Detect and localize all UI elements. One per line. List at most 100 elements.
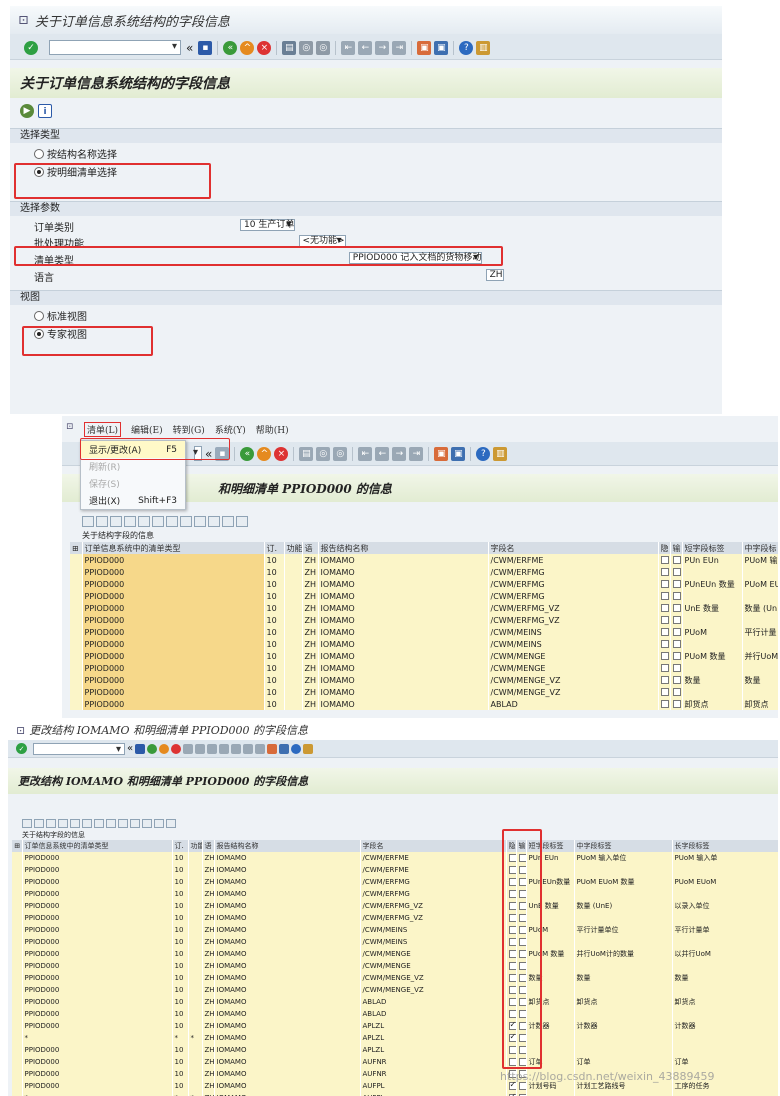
table-row[interactable]: PPIOD000 10 ZH IOMAMO/CWM/MEINS	[12, 936, 778, 948]
checkbox[interactable]	[672, 580, 681, 588]
checkbox[interactable]	[672, 700, 681, 708]
table-cell[interactable]: 以并行UoM	[672, 948, 778, 960]
find-next-icon[interactable]	[138, 515, 150, 527]
print-icon[interactable]: ▤	[282, 40, 297, 55]
radio-button[interactable]	[34, 310, 44, 321]
table-cell[interactable]: PUoM EUoM	[672, 876, 778, 888]
table-cell[interactable]	[672, 1032, 778, 1044]
exit-icon[interactable]	[159, 743, 170, 754]
checkbox[interactable]	[660, 592, 669, 600]
row-selector[interactable]	[12, 876, 23, 888]
menu-item-exit[interactable]: 退出(X) Shift+F3	[81, 492, 185, 509]
table-cell[interactable]: 卸货点	[574, 996, 673, 1008]
exit-icon[interactable]: ^	[257, 446, 272, 461]
table-cell[interactable]: 卸货点	[672, 996, 778, 1008]
layout-icon[interactable]: ▥	[493, 446, 508, 461]
checkbox[interactable]	[672, 592, 681, 600]
table-cell[interactable]	[672, 1008, 778, 1020]
table-row[interactable]: ***ZHIOMAMOAUFPL	[12, 1092, 778, 1096]
sort-asc-icon[interactable]	[82, 818, 92, 828]
table-cell[interactable]	[526, 1092, 575, 1096]
print-icon[interactable]	[183, 743, 194, 754]
table-row[interactable]: PPIOD000 10 ZH IOMAMO/CWM/ERFMG_VZ UnE 数量 数量 …	[12, 900, 778, 912]
find-next-icon[interactable]: ◎	[333, 446, 348, 461]
row-selector[interactable]	[12, 900, 23, 912]
table-row[interactable]: PPIOD000 10 ZH IOMAMO/CWM/MENGE	[12, 960, 778, 972]
cancel-icon[interactable]: ×	[257, 40, 272, 55]
table-row[interactable]: PPIOD000 10 ZH IOMAMO/CWM/MENGE_VZ 数量 数量 数量	[12, 972, 778, 984]
table-row[interactable]: * * * ZH IOMAMO APLZL	[12, 1032, 778, 1044]
table-cell[interactable]	[574, 864, 673, 876]
checkbox[interactable]	[660, 664, 669, 672]
table-row[interactable]: PPIOD000 10 ZH IOMAMO/CWM/ERFMG PUnEUn 数量 PUo…	[70, 578, 778, 590]
help-icon[interactable]: ?	[476, 446, 491, 461]
layout-icon[interactable]	[194, 515, 206, 527]
table-cell[interactable]: 并行UoM计的数量	[574, 948, 673, 960]
column-header[interactable]: 订单信息系统中的清单类型	[22, 840, 173, 852]
find-icon[interactable]: ◎	[299, 40, 314, 55]
find-next-icon[interactable]: ◎	[316, 40, 331, 55]
column-header[interactable]: 字段名	[360, 840, 507, 852]
row-selector[interactable]	[12, 1032, 23, 1044]
table-cell[interactable]	[672, 960, 778, 972]
last-page-icon[interactable]	[255, 743, 266, 754]
print-icon[interactable]: ▤	[299, 446, 314, 461]
select-all-icon[interactable]: ⊞	[70, 542, 83, 554]
table-cell[interactable]: 计数器	[672, 1020, 778, 1032]
refresh-icon[interactable]	[236, 515, 248, 527]
menu-item-save[interactable]: 保存(S)	[81, 475, 185, 492]
layout-icon[interactable]: ▥	[476, 40, 491, 55]
table-cell[interactable]: 数量	[672, 972, 778, 984]
save-icon[interactable]: ▪	[198, 40, 213, 55]
table-row[interactable]: PPIOD000 10 ZH IOMAMO ABLAD 卸货点 卸货点 卸货点	[12, 996, 778, 1008]
row-selector[interactable]	[70, 614, 83, 626]
row-selector[interactable]	[70, 638, 83, 650]
row-selector[interactable]	[70, 578, 83, 590]
row-selector[interactable]	[12, 1056, 23, 1068]
table-row[interactable]: PPIOD000 10 ZH IOMAMO/CWM/MEINS	[70, 638, 778, 650]
column-header[interactable]: 功能	[188, 840, 203, 852]
table-cell[interactable]	[574, 1044, 673, 1056]
column-header[interactable]: 功能	[284, 542, 303, 554]
collapse-arrow-icon[interactable]: «	[186, 41, 193, 55]
filter-icon[interactable]	[118, 818, 128, 828]
menu-edit[interactable]: 编辑(E)	[131, 423, 163, 436]
row-selector[interactable]	[70, 674, 83, 686]
checkbox[interactable]	[672, 652, 681, 660]
row-selector[interactable]	[12, 972, 23, 984]
row-selector[interactable]	[70, 566, 83, 578]
save-layout-icon[interactable]	[222, 515, 234, 527]
copy-icon[interactable]	[46, 818, 56, 828]
menu-goto[interactable]: 转到(G)	[173, 423, 205, 436]
new-session-icon[interactable]	[267, 743, 278, 754]
row-selector[interactable]	[12, 888, 23, 900]
table-cell[interactable]: 平行计量单	[672, 924, 778, 936]
checkbox[interactable]	[672, 556, 681, 564]
help-icon[interactable]	[291, 743, 302, 754]
cancel-icon[interactable]: ×	[274, 446, 289, 461]
select-all-icon[interactable]: ⊞	[12, 840, 23, 852]
language-field[interactable]: ZH	[485, 269, 504, 281]
print-preview-icon[interactable]	[166, 515, 178, 527]
choose-layout-icon[interactable]	[208, 515, 220, 527]
print-preview-icon[interactable]	[130, 818, 140, 828]
cut-icon[interactable]	[34, 818, 44, 828]
menu-list[interactable]: 清单(L)	[84, 421, 121, 437]
table-cell[interactable]	[574, 1008, 673, 1020]
table-cell[interactable]: 以录入单位	[672, 900, 778, 912]
table-cell[interactable]	[672, 864, 778, 876]
table-row[interactable]: PPIOD000 10 ZH IOMAMO/CWM/MENGE	[70, 662, 778, 674]
table-row[interactable]: PPIOD000 10 ZH IOMAMO/CWM/MENGE_VZ 数量 数量	[70, 674, 778, 686]
row-selector[interactable]	[12, 1080, 23, 1092]
table-cell[interactable]	[574, 1032, 673, 1044]
column-header[interactable]: 报告结构名称	[318, 542, 489, 554]
row-selector[interactable]	[70, 602, 83, 614]
table-row[interactable]: PPIOD000 10 ZH IOMAMO/CWM/ERFMG_VZ	[12, 912, 778, 924]
new-session-icon[interactable]: ▣	[417, 40, 432, 55]
table-row[interactable]: PPIOD000 10 ZH IOMAMO/CWM/MEINS PUoM 平行计量	[70, 626, 778, 638]
table-cell[interactable]: 订单	[574, 1056, 673, 1068]
column-header[interactable]: 订.	[264, 542, 285, 554]
checkbox[interactable]	[672, 616, 681, 624]
table-row[interactable]: PPIOD000 10 ZH IOMAMO/CWM/ERFME	[12, 864, 778, 876]
checkbox[interactable]	[660, 640, 669, 648]
